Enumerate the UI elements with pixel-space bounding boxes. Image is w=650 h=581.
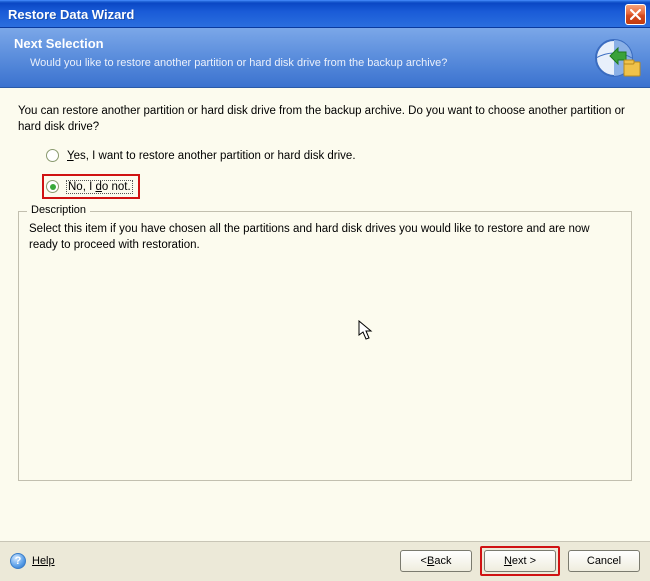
description-legend: Description xyxy=(27,204,90,216)
next-button[interactable]: Next > xyxy=(484,550,556,572)
option-no[interactable]: No, I do not. xyxy=(42,174,140,199)
wizard-content: You can restore another partition or har… xyxy=(0,88,650,542)
header-subtitle: Would you like to restore another partit… xyxy=(14,57,636,69)
radio-icon xyxy=(46,149,59,162)
intro-text: You can restore another partition or har… xyxy=(18,104,632,135)
description-text: Select this item if you have chosen all … xyxy=(29,222,621,253)
window-title: Restore Data Wizard xyxy=(8,7,134,22)
title-bar: Restore Data Wizard xyxy=(0,0,650,28)
description-box: Description Select this item if you have… xyxy=(18,211,632,481)
help-icon: ? xyxy=(10,553,26,569)
close-icon xyxy=(630,9,641,20)
cancel-button[interactable]: Cancel xyxy=(568,550,640,572)
wizard-header: Next Selection Would you like to restore… xyxy=(0,28,650,88)
option-yes-label: Yes, I want to restore another partition… xyxy=(67,150,356,162)
option-yes[interactable]: Yes, I want to restore another partition… xyxy=(46,149,632,162)
radio-icon xyxy=(46,180,59,193)
back-button[interactable]: < Back xyxy=(400,550,472,572)
button-row: < Back Next > Cancel xyxy=(400,546,640,576)
close-button[interactable] xyxy=(625,4,646,25)
option-no-label: No, I do not. xyxy=(67,181,132,193)
wizard-footer: ? Help < Back Next > Cancel xyxy=(0,542,650,580)
next-highlight: Next > xyxy=(480,546,560,576)
help-area[interactable]: ? Help xyxy=(10,553,55,569)
option-group: Yes, I want to restore another partition… xyxy=(18,149,632,199)
help-link[interactable]: Help xyxy=(32,555,55,567)
wizard-icon xyxy=(594,34,642,82)
header-title: Next Selection xyxy=(14,36,636,51)
